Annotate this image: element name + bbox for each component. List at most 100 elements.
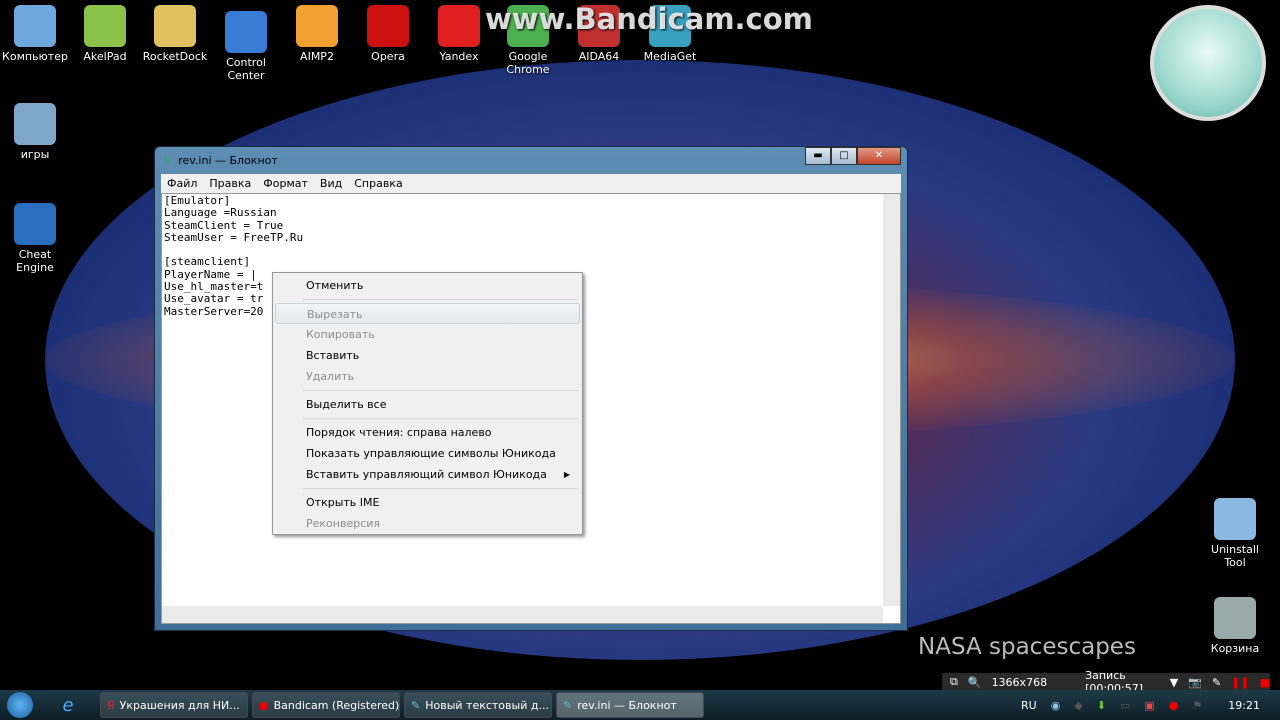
desktop-icon[interactable]: Opera [353, 5, 423, 63]
context-menu-item[interactable]: Отменить [275, 275, 580, 296]
app-icon [225, 11, 267, 53]
menu-view[interactable]: Вид [314, 177, 348, 190]
taskbar-item[interactable]: ✎ Новый текстовый д... [404, 692, 552, 718]
camera-icon[interactable]: 📷 [1188, 676, 1202, 689]
menu-edit[interactable]: Правка [203, 177, 257, 190]
desktop-icon[interactable]: Корзина [1200, 597, 1270, 655]
desktop-icon[interactable]: игры [0, 103, 70, 161]
download-icon[interactable]: ⬇ [1097, 699, 1106, 712]
app-icon [1214, 597, 1256, 639]
context-menu-item[interactable]: Вставить [275, 345, 580, 366]
desktop-icon-label: AIDA64 [578, 50, 620, 63]
context-menu: Отменить Вырезать Копировать Вставить Удалит… [272, 272, 583, 535]
desktop-icon[interactable]: Yandex [424, 5, 494, 63]
start-button[interactable] [0, 690, 40, 720]
desktop-icon[interactable]: Cheat Engine [0, 203, 70, 274]
clock[interactable]: 19:21 [1228, 699, 1260, 712]
context-menu-item[interactable]: Показать управляющие символы Юникода [275, 443, 580, 464]
menu-file[interactable]: Файл [161, 177, 203, 190]
pencil-icon[interactable]: ✎ [1212, 676, 1221, 689]
menu-help[interactable]: Справка [348, 177, 408, 190]
menu-separator [303, 299, 578, 300]
bandicam-watermark: www.Bandicam.com [485, 2, 813, 36]
menu-bar: Файл Правка Формат Вид Справка [161, 174, 901, 193]
close-button[interactable]: ✕ [857, 147, 901, 165]
desktop-icon[interactable]: Компьютер [0, 5, 70, 63]
menu-item-label: Открыть IME [306, 496, 380, 509]
desktop-gadget[interactable] [1150, 5, 1266, 121]
steam-icon[interactable]: ◉ [1051, 699, 1061, 712]
record-icon[interactable]: ● [1169, 699, 1179, 712]
context-menu-item[interactable]: Вырезать [275, 303, 580, 324]
stop-icon[interactable]: ■ [1260, 676, 1270, 689]
menu-format[interactable]: Формат [257, 177, 314, 190]
desktop-icon[interactable]: Uninstall Tool [1200, 498, 1270, 569]
zoom-icon[interactable]: 🔍 [968, 676, 982, 689]
title-bar[interactable]: ✎ rev.ini — Блокнот [155, 147, 907, 173]
bandicam-toolbar: ⧉ 🔍 1366x768 Запись [00:00:57] ▼ 📷 ✎ ❚❚ … [942, 669, 1270, 695]
yandex-icon: Я [107, 698, 115, 712]
desktop-icon-label: Control Center [226, 56, 266, 82]
menu-item-label: Вставить [306, 349, 360, 362]
desktop-icon[interactable]: RocketDock [140, 5, 210, 63]
context-menu-item[interactable]: Вставить управляющий символ Юникода ▶ [275, 464, 580, 485]
menu-item-label: Выделить все [306, 398, 387, 411]
menu-item-label: Реконверсия [306, 517, 381, 530]
minimize-button[interactable]: ▬ [805, 147, 831, 165]
desktop-icon-label: Компьютер [2, 50, 68, 63]
context-menu-item[interactable]: Копировать [275, 324, 580, 345]
taskbar-item-label: Bandicam (Registered) [273, 698, 400, 712]
resolution: 1366x768 [991, 675, 1048, 689]
menu-item-label: Показать управляющие символы Юникода [306, 447, 556, 460]
app-icon [1214, 498, 1256, 540]
desktop-icon[interactable]: AkelPad [70, 5, 140, 63]
app-icon [14, 5, 56, 47]
taskbar-item-label: rev.ini — Блокнот [577, 698, 677, 712]
submenu-arrow-icon: ▶ [563, 470, 570, 479]
system-tray: RU ◉ ◆ ⬇ ▭ ▣ ● ⚑ 19:21 [1021, 690, 1260, 720]
context-menu-item[interactable]: Выделить все [275, 394, 580, 415]
maximize-button[interactable]: □ [831, 147, 857, 165]
window-mode-icon[interactable]: ⧉ [950, 675, 958, 689]
flag-icon[interactable]: ⚑ [1192, 699, 1202, 712]
notepad-icon: ✎ [163, 153, 173, 167]
pause-icon[interactable]: ❚❚ [1231, 676, 1249, 689]
app-icon [84, 5, 126, 47]
horizontal-scrollbar[interactable] [162, 606, 883, 623]
app-icon [14, 103, 56, 145]
desktop-icon-label: AkelPad [83, 50, 127, 63]
taskbar-item[interactable]: ✎ rev.ini — Блокнот [556, 692, 704, 718]
context-menu-item[interactable]: Порядок чтения: справа налево [275, 422, 580, 443]
desktop-icon-label: RocketDock [142, 50, 208, 63]
desktop-icon-label: Корзина [1210, 642, 1260, 655]
notepad-icon: ✎ [563, 698, 573, 712]
menu-item-label: Вырезать [307, 308, 363, 321]
app-icon [296, 5, 338, 47]
context-menu-item[interactable]: Удалить [275, 366, 580, 387]
menu-item-label: Вставить управляющий символ Юникода [306, 468, 547, 481]
vertical-scrollbar[interactable] [883, 194, 900, 606]
taskbar-item-label: Украшения для НИ... [119, 698, 240, 712]
app-icon [438, 5, 480, 47]
wallpaper-caption: NASA spacescapes [918, 634, 1136, 660]
menu-item-label: Отменить [306, 279, 364, 292]
dropdown-icon[interactable]: ▼ [1170, 676, 1178, 689]
antivirus-icon[interactable]: ▣ [1144, 699, 1154, 712]
desktop-icon[interactable]: Control Center [211, 11, 281, 82]
desktop-icon[interactable]: AIMP2 [282, 5, 352, 63]
desktop-icon-label: MediaGet [643, 50, 697, 63]
menu-separator [303, 488, 578, 489]
taskbar-item[interactable]: ● Bandicam (Registered) [252, 692, 400, 718]
window-title: rev.ini — Блокнот [178, 153, 278, 167]
internet-explorer-icon[interactable]: e [40, 695, 96, 716]
network-icon[interactable]: ◆ [1074, 699, 1082, 712]
language-indicator[interactable]: RU [1021, 699, 1037, 712]
menu-item-label: Порядок чтения: справа налево [306, 426, 492, 439]
context-menu-item[interactable]: Открыть IME [275, 492, 580, 513]
app-icon [367, 5, 409, 47]
battery-icon[interactable]: ▭ [1120, 699, 1130, 712]
context-menu-item[interactable]: Реконверсия [275, 513, 580, 534]
menu-item-label: Удалить [306, 370, 355, 383]
taskbar-item[interactable]: Я Украшения для НИ... [100, 692, 248, 718]
notepad-icon: ✎ [411, 698, 421, 712]
